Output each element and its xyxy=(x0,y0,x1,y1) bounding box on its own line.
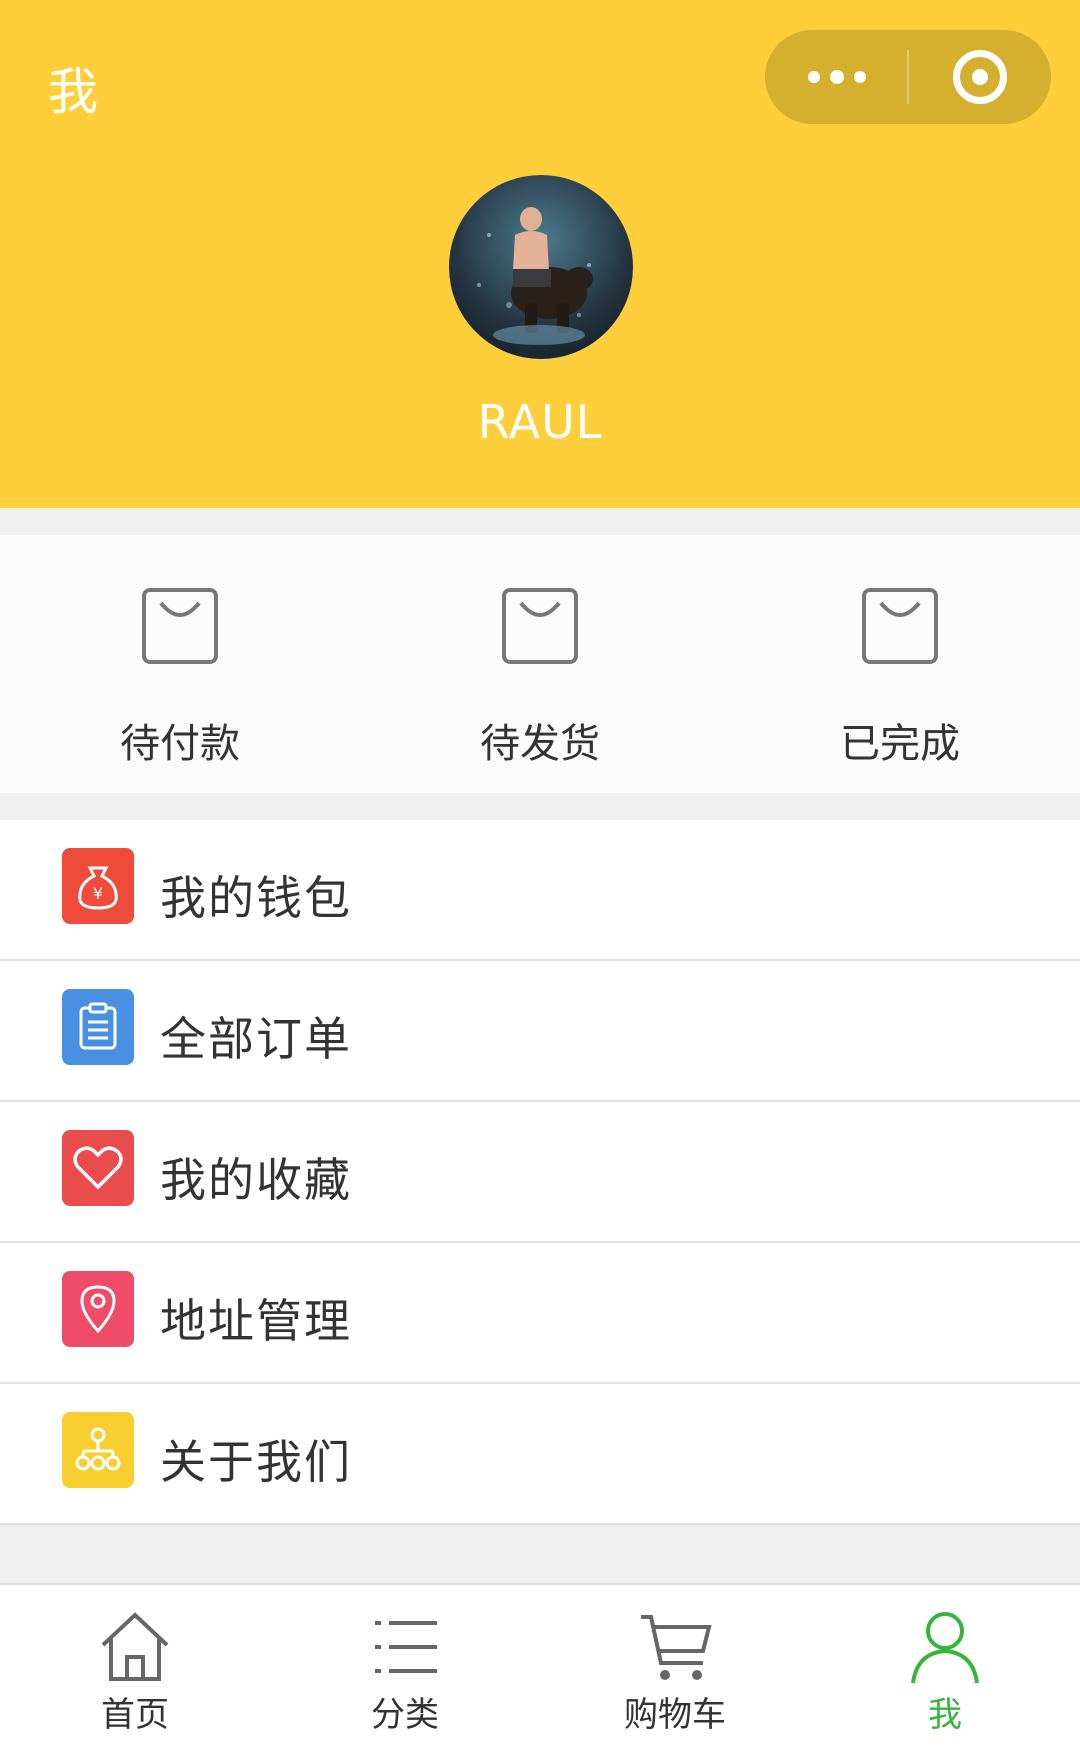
menu-item-label: 我的收藏 xyxy=(160,1153,352,1207)
order-status-label: 已完成 xyxy=(840,721,960,767)
tab-label: 首页 xyxy=(101,1695,169,1735)
org-chart-icon xyxy=(62,1412,134,1488)
close-button[interactable] xyxy=(908,30,1051,124)
tab-me[interactable]: 我 xyxy=(810,1585,1080,1755)
tab-label: 分类 xyxy=(371,1695,439,1735)
heart-icon xyxy=(62,1130,134,1206)
location-pin-icon xyxy=(62,1271,134,1347)
order-status-label: 待付款 xyxy=(120,721,240,767)
order-status-panel: 待付款 待发货 已完成 xyxy=(0,535,1080,793)
more-dot-right xyxy=(853,71,866,83)
user-avatar-photo xyxy=(477,207,593,345)
tab-home[interactable]: 首页 xyxy=(0,1585,270,1755)
menu-item-label: 全部订单 xyxy=(160,1012,352,1066)
profile-menu: ¥ 我的钱包 全部订单 我的收藏 地址管理 关于我们 xyxy=(0,820,1080,1525)
tab-category[interactable]: 分类 xyxy=(270,1585,540,1755)
more-dot-center xyxy=(829,70,844,84)
order-pending-payment[interactable]: 待付款 xyxy=(0,535,360,793)
menu-item-about[interactable]: 关于我们 xyxy=(0,1384,1080,1525)
avatar[interactable] xyxy=(449,175,633,359)
shopping-bag-icon xyxy=(502,588,578,664)
menu-item-all-orders[interactable]: 全部订单 xyxy=(0,961,1080,1102)
order-pending-shipment[interactable]: 待发货 xyxy=(360,535,720,793)
menu-item-favorites[interactable]: 我的收藏 xyxy=(0,1102,1080,1243)
person-icon xyxy=(911,1612,979,1684)
more-button[interactable] xyxy=(765,30,908,124)
menu-item-label: 我的钱包 xyxy=(160,871,352,925)
money-bag-icon: ¥ xyxy=(62,848,134,924)
page-title: 我 xyxy=(48,63,100,121)
username: RAUL xyxy=(477,395,603,449)
order-status-label: 待发货 xyxy=(480,721,600,767)
svg-text:¥: ¥ xyxy=(93,884,103,903)
menu-item-label: 地址管理 xyxy=(160,1294,352,1348)
target-close-icon xyxy=(952,50,1007,104)
tab-cart[interactable]: 购物车 xyxy=(540,1585,810,1755)
tab-label: 我 xyxy=(928,1695,962,1735)
profile-page: 我 RAUL 待付款 待发货 已完成 ¥ 我的钱包 全部订单 我的收藏 地址管理… xyxy=(0,0,1080,1755)
bottom-tab-bar: 首页 分类 购物车 我 xyxy=(0,1583,1080,1755)
home-icon xyxy=(101,1612,169,1681)
list-icon xyxy=(375,1621,437,1673)
menu-item-address[interactable]: 地址管理 xyxy=(0,1243,1080,1384)
menu-item-wallet[interactable]: ¥ 我的钱包 xyxy=(0,820,1080,961)
cart-icon xyxy=(641,1615,712,1680)
shopping-bag-icon xyxy=(142,588,218,664)
mini-program-capsule xyxy=(765,30,1051,124)
order-completed[interactable]: 已完成 xyxy=(720,535,1080,793)
more-dots-icon xyxy=(807,71,820,83)
menu-item-label: 关于我们 xyxy=(160,1435,352,1489)
clipboard-icon xyxy=(62,989,134,1065)
tab-label: 购物车 xyxy=(624,1695,726,1735)
shopping-bag-icon xyxy=(862,588,938,664)
profile-header: 我 RAUL xyxy=(0,0,1080,508)
